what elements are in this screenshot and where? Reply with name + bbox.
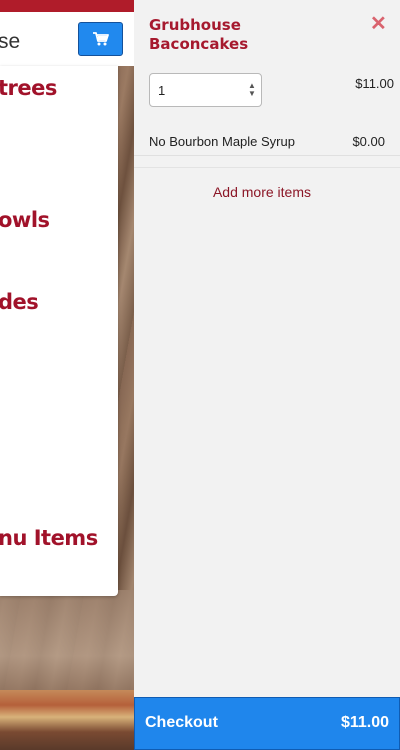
select-arrows-icon: ▲ ▼ [248, 81, 256, 98]
quantity-select[interactable]: 1 ▲ ▼ [149, 73, 262, 107]
cart-item-price: $11.00 [355, 76, 394, 91]
divider [134, 167, 400, 168]
menu-category-bowls[interactable]: owls [0, 208, 50, 232]
cart-item-name-line1: Grubhouse [149, 16, 241, 34]
menu-category-entrees[interactable]: trees [0, 76, 57, 100]
site-title-fragment: se [0, 30, 21, 53]
menu-category-list: trees owls des nu Items [0, 66, 118, 596]
checkout-total: $11.00 [340, 714, 389, 731]
checkout-label: Checkout [145, 714, 218, 731]
quantity-value: 1 [158, 83, 166, 98]
add-more-items-link[interactable]: Add more items [134, 184, 390, 200]
background-page: se trees owls des nu Items [0, 0, 134, 750]
menu-category-items[interactable]: nu Items [0, 526, 98, 550]
cart-button[interactable] [78, 22, 123, 56]
cart-drawer: Grubhouse Baconcakes ✕ 1 ▲ ▼ $11.00 No Bo… [134, 0, 400, 750]
option-price: $0.00 [352, 134, 385, 149]
option-label: No Bourbon Maple Syrup [149, 134, 295, 149]
shopping-cart-icon [92, 32, 109, 46]
remove-item-icon[interactable]: ✕ [370, 14, 387, 34]
background-photo-blur [0, 590, 134, 700]
item-option-row: No Bourbon Maple Syrup $0.00 [134, 126, 400, 156]
cart-item-name: Grubhouse Baconcakes [149, 16, 349, 54]
menu-category-sides[interactable]: des [0, 290, 39, 314]
background-photo-strip [0, 690, 134, 750]
top-red-bar [0, 0, 134, 12]
checkout-button[interactable]: Checkout $11.00 [134, 697, 400, 750]
cart-item-name-line2: Baconcakes [149, 35, 249, 53]
